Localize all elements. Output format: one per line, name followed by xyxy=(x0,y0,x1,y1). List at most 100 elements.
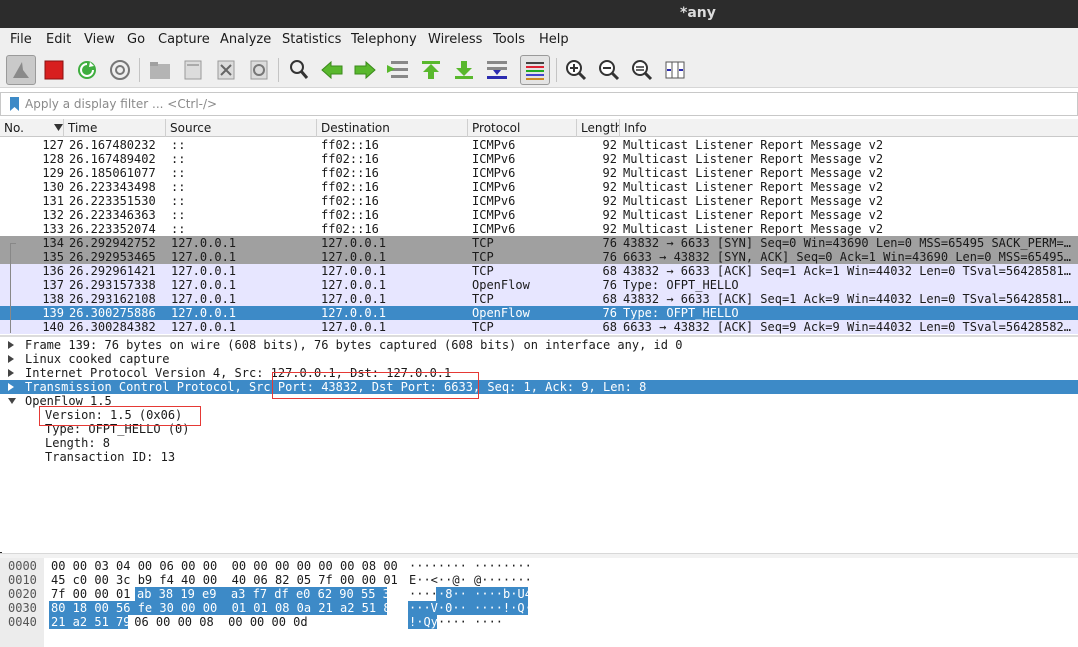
packet-row[interactable]: 128 26.167489402:: ff02::16 ICMPv6 92 Multica… xyxy=(0,152,1078,166)
menu-analyze[interactable]: Analyze xyxy=(220,32,271,47)
packet-row[interactable]: 132 26.223346363:: ff02::16 ICMPv6 92 Multica… xyxy=(0,208,1078,222)
menu-go[interactable]: Go xyxy=(127,32,145,47)
menu-tools[interactable]: Tools xyxy=(493,32,525,47)
stop-capture-button[interactable] xyxy=(39,55,69,85)
packet-cell-info: 6633 → 43832 [SYN, ACK] Seq=0 Ack=1 Win=… xyxy=(623,250,1071,264)
packet-row[interactable]: 139 26.300275886 127.0.0.1 127.0.0.1 OpenFlo… xyxy=(0,306,1078,320)
tree-item-transaction-id[interactable]: Transaction ID: 13 xyxy=(0,450,1078,464)
normal-size-button[interactable] xyxy=(627,55,657,85)
conversation-bracket xyxy=(10,243,11,333)
reload-file-button[interactable] xyxy=(244,55,274,85)
column-header-destination[interactable]: Destination xyxy=(317,119,468,137)
zoom-in-button[interactable] xyxy=(561,55,591,85)
collapse-arrow-icon[interactable] xyxy=(8,398,16,404)
menu-statistics[interactable]: Statistics xyxy=(282,32,341,47)
packet-row[interactable]: 127 26.167480232:: ff02::16 ICMPv6 92 Multica… xyxy=(0,138,1078,152)
packet-row[interactable]: 136 26.292961421 127.0.0.1 127.0.0.1 TCP 68 43… xyxy=(0,264,1078,278)
menu-wireless[interactable]: Wireless xyxy=(428,32,482,47)
menu-help[interactable]: Help xyxy=(539,32,569,47)
bookmark-icon[interactable] xyxy=(10,97,19,111)
shark-fin-icon xyxy=(13,62,29,78)
resize-columns-button[interactable] xyxy=(660,55,690,85)
column-header-source[interactable]: Source xyxy=(166,119,317,137)
packet-cell-info: Multicast Listener Report Message v2 xyxy=(623,208,884,222)
bytes-row[interactable]: 0000 00 00 03 04 00 06 00 00 00 00 00 00… xyxy=(0,559,1078,573)
packet-cell-len: 92 xyxy=(602,138,617,152)
packet-row[interactable]: 130 26.223343498:: ff02::16 ICMPv6 92 Multica… xyxy=(0,180,1078,194)
go-to-packet-button[interactable] xyxy=(383,55,413,85)
packet-row[interactable]: 134 26.292942752 127.0.0.1 127.0.0.1 TCP 76 43… xyxy=(0,236,1078,250)
capture-options-button[interactable] xyxy=(105,55,135,85)
last-packet-button[interactable] xyxy=(449,55,479,85)
expand-arrow-icon[interactable] xyxy=(8,341,14,349)
jump-icon xyxy=(387,61,408,78)
packet-row[interactable]: 129 26.185061077:: ff02::16 ICMPv6 92 Multica… xyxy=(0,166,1078,180)
packet-cell-info: Multicast Listener Report Message v2 xyxy=(623,180,884,194)
packet-cell-src: 127.0.0.1 xyxy=(171,264,237,278)
packet-row[interactable]: 133 26.223352074:: ff02::16 ICMPv6 92 Multica… xyxy=(0,222,1078,236)
column-header-info[interactable]: Info xyxy=(620,119,1078,137)
packet-cell-no: 133 xyxy=(42,222,64,236)
packet-cell-no: 131 xyxy=(42,194,64,208)
main-toolbar xyxy=(0,52,1078,88)
menu-telephony[interactable]: Telephony xyxy=(351,32,417,47)
save-file-button[interactable] xyxy=(178,55,208,85)
bytes-row[interactable]: 0040 21 a2 51 79 06 00 00 08 00 00 00 0d… xyxy=(0,615,1078,629)
packet-cell-time: 26.167489402 xyxy=(69,152,156,166)
packet-cell-dst: 127.0.0.1 xyxy=(321,292,387,306)
packet-cell-src: :: xyxy=(171,138,186,152)
tree-item-length[interactable]: Length: 8 xyxy=(0,436,1078,450)
tree-item-linux-cooked[interactable]: Linux cooked capture xyxy=(0,352,1078,366)
packet-cell-time: 26.185061077 xyxy=(69,166,156,180)
menu-capture[interactable]: Capture xyxy=(158,32,210,47)
expand-arrow-icon[interactable] xyxy=(8,355,14,363)
packet-cell-dst: 127.0.0.1 xyxy=(321,278,387,292)
autoscroll-button[interactable] xyxy=(482,55,512,85)
packet-row[interactable]: 135 26.292953465 127.0.0.1 127.0.0.1 TCP 76 66… xyxy=(0,250,1078,264)
go-back-button[interactable] xyxy=(317,55,347,85)
column-header-time[interactable]: Time xyxy=(64,119,166,137)
bytes-row[interactable]: 0010 45 c0 00 3c b9 f4 40 00 40 06 82 05… xyxy=(0,573,1078,587)
packet-cell-info: Multicast Listener Report Message v2 xyxy=(623,152,884,166)
restart-capture-button[interactable] xyxy=(72,55,102,85)
packet-cell-len: 92 xyxy=(602,208,617,222)
packet-cell-proto: ICMPv6 xyxy=(472,180,516,194)
menu-view[interactable]: View xyxy=(84,32,115,47)
packet-cell-info: 43832 → 6633 [ACK] Seq=1 Ack=9 Win=44032… xyxy=(623,292,1071,306)
tree-item-ipv4[interactable]: Internet Protocol Version 4, Src: 127.0.… xyxy=(0,366,1078,380)
bytes-row[interactable]: 0030 80 18 00 56 fe 30 00 00 01 01 08 0a… xyxy=(0,601,1078,615)
open-file-button[interactable] xyxy=(145,55,175,85)
zoom-in-icon xyxy=(566,60,587,81)
zoom-out-button[interactable] xyxy=(594,55,624,85)
find-packet-button[interactable] xyxy=(284,55,314,85)
packet-row[interactable]: 138 26.293162108 127.0.0.1 127.0.0.1 TCP 68 43… xyxy=(0,292,1078,306)
menu-edit[interactable]: Edit xyxy=(46,32,71,47)
go-forward-button[interactable] xyxy=(350,55,380,85)
column-header-length[interactable]: Length xyxy=(577,119,620,137)
zoom-reset-icon xyxy=(632,60,653,81)
packet-cell-no: 127 xyxy=(42,138,64,152)
packet-cell-len: 68 xyxy=(602,264,617,278)
bytes-row[interactable]: 0020 7f 00 00 01 ab 38 19 e9 a3 f7 df e0… xyxy=(0,587,1078,601)
display-filter-input[interactable] xyxy=(23,95,1073,113)
packet-cell-len: 68 xyxy=(602,320,617,334)
menu-file[interactable]: File xyxy=(10,32,32,47)
start-capture-button[interactable] xyxy=(6,55,36,85)
packet-cell-len: 76 xyxy=(602,236,617,250)
packet-cell-proto: TCP xyxy=(472,264,494,278)
packet-cell-proto: TCP xyxy=(472,292,494,306)
packet-row[interactable]: 131 26.223351530:: ff02::16 ICMPv6 92 Multica… xyxy=(0,194,1078,208)
packet-cell-proto: ICMPv6 xyxy=(472,166,516,180)
first-packet-button[interactable] xyxy=(416,55,446,85)
tree-item-tcp[interactable]: Transmission Control Protocol, Src Port:… xyxy=(0,380,1078,394)
conversation-bracket-start xyxy=(10,243,16,244)
tree-item-frame[interactable]: Frame 139: 76 bytes on wire (608 bits), … xyxy=(0,338,1078,352)
packet-row[interactable]: 140 26.300284382 127.0.0.1 127.0.0.1 TCP 68 66… xyxy=(0,320,1078,334)
packet-cell-no: 132 xyxy=(42,208,64,222)
packet-row[interactable]: 137 26.293157338 127.0.0.1 127.0.0.1 OpenFlo… xyxy=(0,278,1078,292)
column-header-protocol[interactable]: Protocol xyxy=(468,119,577,137)
colorize-button[interactable] xyxy=(520,55,550,85)
expand-arrow-icon[interactable] xyxy=(8,383,14,391)
expand-arrow-icon[interactable] xyxy=(8,369,14,377)
close-file-button[interactable] xyxy=(211,55,241,85)
